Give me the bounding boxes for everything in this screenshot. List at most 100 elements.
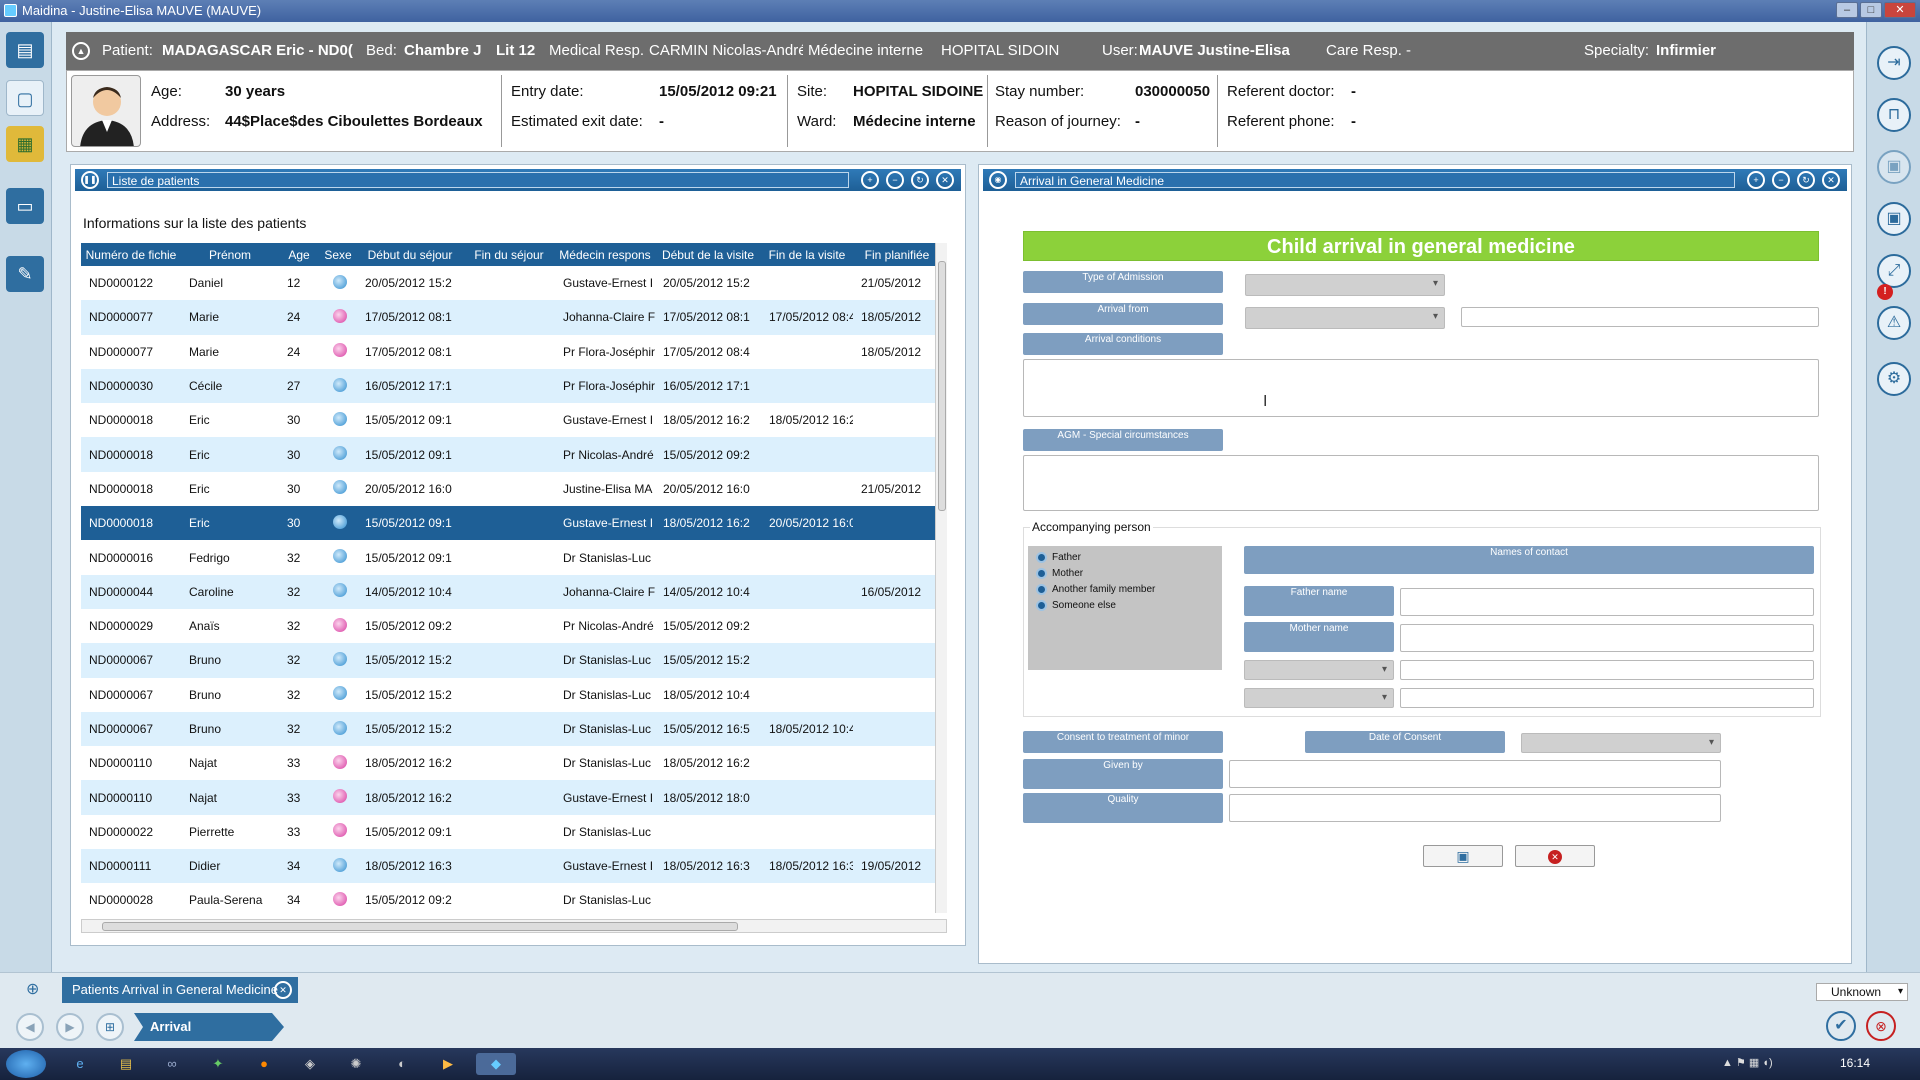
fullscreen-icon[interactable]: ⤢ [1877,254,1911,288]
arrival-from-select[interactable] [1245,307,1445,329]
monitor-icon[interactable]: ▭ [6,188,44,224]
film-strip-icon[interactable]: ▤ [6,32,44,68]
contact-name-input-2[interactable] [1400,688,1814,708]
table-row[interactable]: ND0000028 Paula-Serena 34 15/05/2012 09:2 Dr… [81,883,941,913]
unlock-icon[interactable]: ⊓ [1877,98,1911,132]
arrival-conditions-textarea[interactable] [1023,359,1819,417]
given-by-input[interactable] [1229,760,1721,788]
refresh-icon[interactable]: ↻ [1797,171,1815,189]
sex-cell [319,471,357,507]
vertical-scrollbar[interactable] [935,243,947,913]
refresh-icon[interactable]: ↻ [911,171,929,189]
radio-family-member[interactable]: Another family member [1036,582,1214,598]
document-icon[interactable]: ▢ [6,80,44,116]
app6-taskbar-icon[interactable]: ▶ [436,1053,460,1075]
radio-mother[interactable]: Mother [1036,566,1214,582]
table-row[interactable]: ND0000030 Cécile 27 16/05/2012 17:1 Pr Flora… [81,368,941,404]
table-row[interactable]: ND0000018 Eric 30 15/05/2012 09:1 Pr Nicolas… [81,437,941,472]
table-row[interactable]: ND0000018 Eric 30 15/05/2012 09:1 Gustave-Er… [81,403,941,438]
table-row[interactable]: ND0000067 Bruno 32 15/05/2012 15:2 Dr Stanis… [81,711,941,747]
maximize-button[interactable]: □ [1860,2,1882,18]
arrival-from-input[interactable] [1461,307,1819,327]
column-header[interactable]: Fin de la visite [761,243,853,266]
close-window-button[interactable]: ✕ [1884,2,1916,18]
table-row[interactable]: ND0000122 Daniel 12 20/05/2012 15:2 Gustave-… [81,266,941,301]
table-row[interactable]: ND0000029 Anaïs 32 15/05/2012 09:2 Pr Nicola… [81,608,941,644]
radio-father[interactable]: Father [1036,550,1214,566]
column-header[interactable]: Fin du séjour [463,243,555,266]
table-row[interactable]: ND0000018 Eric 30 20/05/2012 16:0 Justine-El… [81,471,941,507]
column-header[interactable]: Début de la visite [655,243,761,266]
column-header[interactable]: Sexe [319,243,357,266]
cancel-form-button[interactable]: ✕ [1515,845,1595,867]
status-select[interactable]: Unknown ▾ [1816,983,1908,1001]
date-of-consent-picker[interactable] [1521,733,1721,753]
save-form-button[interactable]: ▣ [1423,845,1503,867]
firefox-taskbar-icon[interactable]: ● [252,1053,276,1075]
save-icon[interactable]: ▣ [1877,202,1911,236]
quality-input[interactable] [1229,794,1721,822]
contact-name-input-1[interactable] [1400,660,1814,680]
agm-special-textarea[interactable] [1023,455,1819,511]
ie-taskbar-icon[interactable]: e [68,1053,92,1075]
table-row[interactable]: ND0000044 Caroline 32 14/05/2012 10:4 Johann… [81,574,941,609]
app3-taskbar-icon[interactable]: ◈ [298,1053,322,1075]
form-icon[interactable]: ◉ [989,171,1007,189]
table-row[interactable]: ND0000067 Bruno 32 15/05/2012 15:2 Dr Stanis… [81,677,941,712]
breadcrumb-arrival[interactable]: Arrival [134,1013,284,1041]
start-button[interactable] [6,1050,46,1078]
table-row[interactable]: ND0000067 Bruno 32 15/05/2012 15:2 Dr Stanis… [81,643,941,678]
minimize-button[interactable]: – [1836,2,1858,18]
table-row[interactable]: ND0000077 Marie 24 17/05/2012 08:1 Pr Flora-… [81,334,941,369]
collapse-up-icon[interactable]: ▲ [72,42,90,60]
zoom-in-icon[interactable]: + [1747,171,1765,189]
table-row[interactable]: ND0000077 Marie 24 17/05/2012 08:1 Johanna-C… [81,300,941,335]
app-taskbar-icon[interactable]: ∞ [160,1053,184,1075]
app2-taskbar-icon[interactable]: ✦ [206,1053,230,1075]
horizontal-scrollbar[interactable] [81,919,947,933]
app5-taskbar-icon[interactable]: ◐ [390,1053,414,1075]
table-row[interactable]: ND0000110 Najat 33 18/05/2012 16:2 Dr Stanis… [81,746,941,781]
maidina-taskbar-icon[interactable]: ◆ [476,1053,516,1075]
column-header[interactable]: Age [279,243,319,266]
contact-type-select-1[interactable] [1244,660,1394,680]
tab-patients-arrival[interactable]: Patients Arrival in General Medicine ✕ [62,977,298,1003]
table-row[interactable]: ND0000110 Najat 33 18/05/2012 16:2 Gustave-E… [81,780,941,815]
type-of-admission-select[interactable] [1245,274,1445,296]
column-header[interactable]: Fin planifiée [853,243,941,266]
login-icon[interactable]: ⇥ [1877,46,1911,80]
mother-name-input[interactable] [1400,624,1814,652]
close-panel-icon[interactable]: ✕ [1822,171,1840,189]
warning-icon[interactable]: ⚠ [1877,306,1911,340]
back-nav-icon[interactable]: ◀ [16,1013,44,1041]
table-row[interactable]: ND0000018 Eric 30 15/05/2012 09:1 Gustave-Er… [81,506,941,541]
forward-nav-icon[interactable]: ▶ [56,1013,84,1041]
tray-icons[interactable]: ▲ ⚑ ▦ ◖) [1722,1056,1773,1069]
zoom-in-icon[interactable]: + [861,171,879,189]
new-document-icon[interactable]: ⊕ [26,979,50,1001]
wrench-icon[interactable]: ✎ [6,256,44,292]
column-header[interactable]: Début du séjour [357,243,463,266]
zoom-out-icon[interactable]: − [1772,171,1790,189]
folder-chart-icon[interactable]: ▦ [6,126,44,162]
add-page-icon[interactable]: ⊞ [96,1013,124,1041]
father-name-input[interactable] [1400,588,1814,616]
save-disabled-icon[interactable]: ▣ [1877,150,1911,184]
zoom-out-icon[interactable]: − [886,171,904,189]
close-panel-icon[interactable]: ✕ [936,171,954,189]
validate-check-icon[interactable]: ✔ [1826,1011,1856,1041]
lifebuoy-help-icon[interactable]: ⊗ [1866,1011,1896,1041]
settings-gear-icon[interactable]: ⚙ [1877,362,1911,396]
app4-taskbar-icon[interactable]: ✺ [344,1053,368,1075]
column-header[interactable]: Numéro de fichie [81,243,181,266]
column-header[interactable]: Prénom [181,243,279,266]
table-row[interactable]: ND0000016 Fedrigo 32 15/05/2012 09:1 Dr Stan… [81,540,941,575]
column-header[interactable]: Médecin respons [555,243,655,266]
close-tab-icon[interactable]: ✕ [274,981,292,999]
contact-type-select-2[interactable] [1244,688,1394,708]
table-row[interactable]: ND0000111 Didier 34 18/05/2012 16:3 Gustave-… [81,849,941,884]
radio-someone-else[interactable]: Someone else [1036,598,1214,614]
explorer-taskbar-icon[interactable]: ▤ [114,1053,138,1075]
table-row[interactable]: ND0000022 Pierrette 33 15/05/2012 09:1 Dr St… [81,814,941,850]
pause-icon[interactable]: ❚❚ [81,171,99,189]
